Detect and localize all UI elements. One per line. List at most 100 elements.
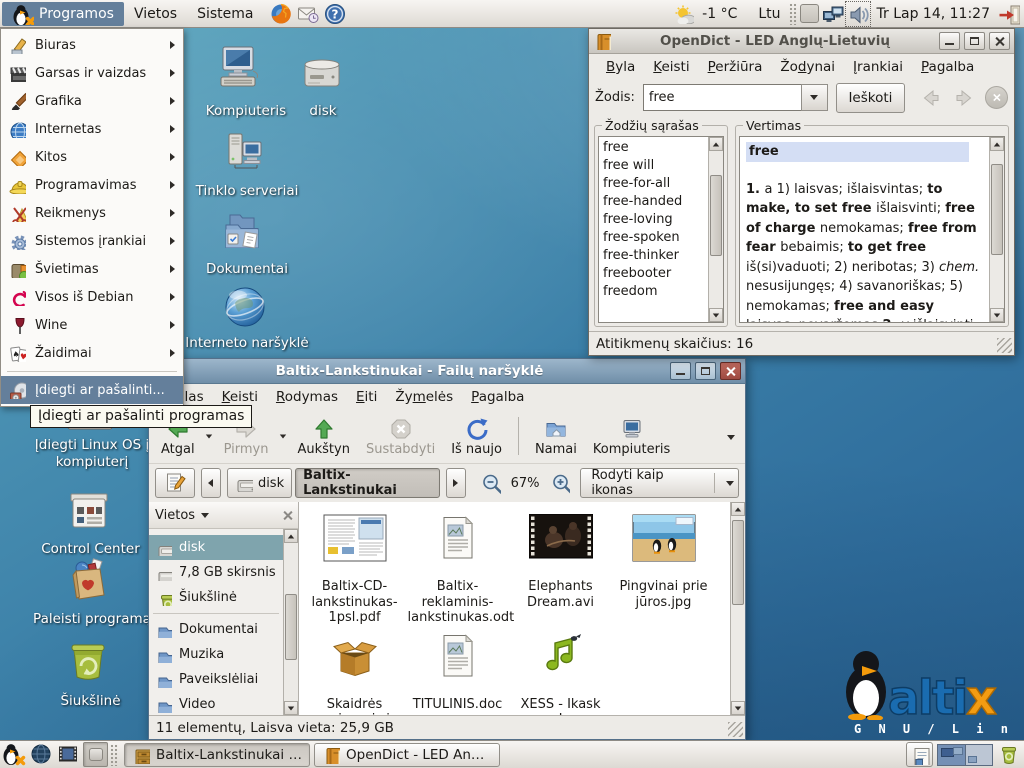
desktop-icon-dokumentai[interactable]: Dokumentai	[193, 208, 301, 278]
keyboard-indicator[interactable]: Ltu	[753, 6, 785, 22]
stop-search-button[interactable]	[985, 86, 1008, 109]
word-list-item[interactable]: freebooter	[599, 264, 708, 282]
sidebar-item-muzika[interactable]: Muzika	[149, 642, 283, 667]
scroll-down-button[interactable]	[284, 701, 298, 715]
menu-item-programavimas[interactable]: Programavimas	[1, 171, 183, 199]
menu-item-wine[interactable]: Wine	[1, 311, 183, 339]
desktop-icon-control-center[interactable]: Control Center	[33, 490, 148, 558]
sidebar-item-video[interactable]: Video	[149, 692, 283, 715]
toolbar-namai-button[interactable]: Namai	[527, 414, 585, 458]
fm-close-button[interactable]	[720, 362, 741, 380]
scroll-track[interactable]	[731, 516, 745, 701]
file-elephants-dream-avi[interactable]: Elephants Dream.avi	[509, 508, 612, 626]
desktop-icon-disk[interactable]: disk	[288, 52, 358, 120]
word-list-item[interactable]: freedom	[599, 282, 708, 300]
menu-programos[interactable]: Programos	[2, 2, 124, 26]
menu-item-garsas-ir-vaizdas[interactable]: Garsas ir vaizdas	[1, 59, 183, 87]
od-minimize-button[interactable]	[939, 32, 960, 50]
desktop-icon-paleisti-program[interactable]: Paleisti programą	[28, 556, 156, 628]
firefox-launcher-icon[interactable]	[269, 2, 293, 26]
menu-vietos[interactable]: Vietos	[124, 2, 187, 26]
scroll-down-button[interactable]	[731, 701, 745, 715]
show-desktop-button[interactable]	[83, 742, 108, 767]
od-maximize-button[interactable]	[964, 32, 985, 50]
path-button-disk[interactable]: disk	[227, 468, 292, 498]
weather-icon[interactable]	[674, 4, 694, 24]
menu-item-biuras[interactable]: Biuras	[1, 31, 183, 59]
panel-handle[interactable]	[789, 3, 797, 25]
help-launcher-icon[interactable]: ?	[323, 2, 347, 26]
taskbar-button-baltix-lankstinukai-f[interactable]: Baltix-Lankstinukai - F...	[124, 743, 310, 767]
volume-tray-icon[interactable]	[847, 3, 869, 25]
menu-item-reikmenys[interactable]: Reikmenys	[1, 199, 183, 227]
od-menu-byla[interactable]: Byla	[597, 57, 644, 77]
od-menu-rankiai[interactable]: Įrankiai	[844, 57, 912, 77]
menu-item-kitos[interactable]: Kitos	[1, 143, 183, 171]
menu-item-idiegti-ar-pasalinti[interactable]: Įdiegti ar pašalinti...	[1, 376, 183, 404]
od-close-button[interactable]	[989, 32, 1010, 50]
notes-applet-button[interactable]	[906, 742, 933, 767]
scroll-down-button[interactable]	[990, 308, 1004, 322]
od-menu-keisti[interactable]: Keisti	[644, 57, 698, 77]
scroll-up-button[interactable]	[990, 137, 1004, 151]
location-edit-button[interactable]	[155, 468, 195, 498]
desktop-icon-tinklo-serveriai[interactable]: Tinklo serveriai	[186, 130, 308, 200]
sidebar-item-dokumentai[interactable]: Dokumentai	[149, 617, 283, 642]
od-menu-odynai[interactable]: Žodynai	[771, 57, 844, 77]
baltix-launcher-icon[interactable]	[2, 742, 27, 767]
translation-scrollbar[interactable]	[989, 137, 1004, 322]
toolbar-sustabdyti-button[interactable]: Sustabdyti	[358, 414, 443, 458]
search-button[interactable]: Ieškoti	[836, 83, 905, 113]
trash-applet-icon[interactable]	[997, 742, 1022, 767]
zoom-out-icon[interactable]	[480, 472, 501, 494]
path-scroll-right-button[interactable]	[446, 468, 466, 498]
view-mode-select[interactable]: Rodyti kaip ikonas	[580, 468, 739, 498]
scroll-thumb[interactable]	[732, 520, 744, 605]
menu-item-visos-i-debian[interactable]: Visos iš Debian	[1, 283, 183, 311]
logout-icon[interactable]	[998, 3, 1020, 25]
scroll-thumb[interactable]	[710, 175, 722, 257]
workspace-1[interactable]	[938, 745, 965, 765]
sidebar-close-icon[interactable]	[283, 511, 292, 520]
file-xess-ikask-man-ogg[interactable]: XESS - Ikask man!.ogg	[509, 626, 612, 715]
menu-item-grafika[interactable]: Grafika	[1, 87, 183, 115]
zoom-in-icon[interactable]	[550, 472, 571, 494]
fm-menu-pagalba[interactable]: Pagalba	[462, 387, 533, 407]
scroll-up-button[interactable]	[709, 137, 723, 151]
sidebar-item-iuk-lin[interactable]: Šiukšlinė	[149, 585, 283, 610]
toolbar-pirmyn-dropdown[interactable]	[276, 416, 289, 456]
scroll-thumb[interactable]	[285, 594, 297, 660]
scroll-track[interactable]	[284, 543, 298, 701]
menu-item-internetas[interactable]: Internetas	[1, 115, 183, 143]
word-list-item[interactable]: free-handed	[599, 192, 708, 210]
video-launcher-icon[interactable]	[56, 742, 81, 767]
toolbar-i-naujo-button[interactable]: Iš naujo	[443, 414, 510, 458]
desktop-icon-kompiuteris[interactable]: Kompiuteris	[196, 44, 296, 120]
word-list-item[interactable]: free-for-all	[599, 174, 708, 192]
file-baltix-cd-lankstinukas-1psl-pdf[interactable]: Baltix-CD-lankstinukas-1psl.pdf	[303, 508, 406, 626]
mail-launcher-icon[interactable]	[296, 2, 320, 26]
sidebar-item-paveiksl-liai[interactable]: Paveikslėliai	[149, 667, 283, 692]
wordlist-scrollbar[interactable]	[708, 137, 723, 322]
path-scroll-left-button[interactable]	[201, 468, 221, 498]
sidebar-item-7-8-gb-skirsnis[interactable]: 7,8 GB skirsnis	[149, 560, 283, 585]
toolbar-overflow-button[interactable]	[721, 429, 741, 444]
file-pingvinai-prie-j-ros-jpg[interactable]: Pingvinai prie jūros.jpg	[612, 508, 715, 626]
history-forward-icon[interactable]	[952, 86, 978, 110]
taskbar-button-opendict-led-angl[interactable]: OpenDict - LED Anglų-...	[314, 743, 500, 767]
globe-launcher-icon[interactable]	[29, 742, 54, 767]
fm-titlebar[interactable]: Baltix-Lankstinukai - Failų naršyklė	[149, 359, 745, 384]
menu-item-sistemos-rankiai[interactable]: Sistemos įrankiai	[1, 227, 183, 255]
workspace-2[interactable]	[965, 745, 992, 765]
tray-icon[interactable]	[800, 4, 819, 23]
sidebar-item-disk[interactable]: disk	[149, 535, 283, 560]
path-button-baltix-lankstinukai[interactable]: Baltix-Lankstinukai	[295, 468, 440, 498]
scroll-track[interactable]	[990, 151, 1004, 308]
desktop-icon-interneto-nar-ykl[interactable]: Interneto naršyklė	[182, 282, 312, 352]
scroll-thumb[interactable]	[991, 164, 1003, 255]
files-scrollbar[interactable]	[730, 502, 745, 715]
fm-menu-ymel-s[interactable]: Žymelės	[386, 387, 462, 407]
panel-handle[interactable]	[110, 744, 118, 766]
word-list-item[interactable]: free-spoken	[599, 228, 708, 246]
clock[interactable]: Tr Lap 14, 11:27	[872, 6, 995, 22]
